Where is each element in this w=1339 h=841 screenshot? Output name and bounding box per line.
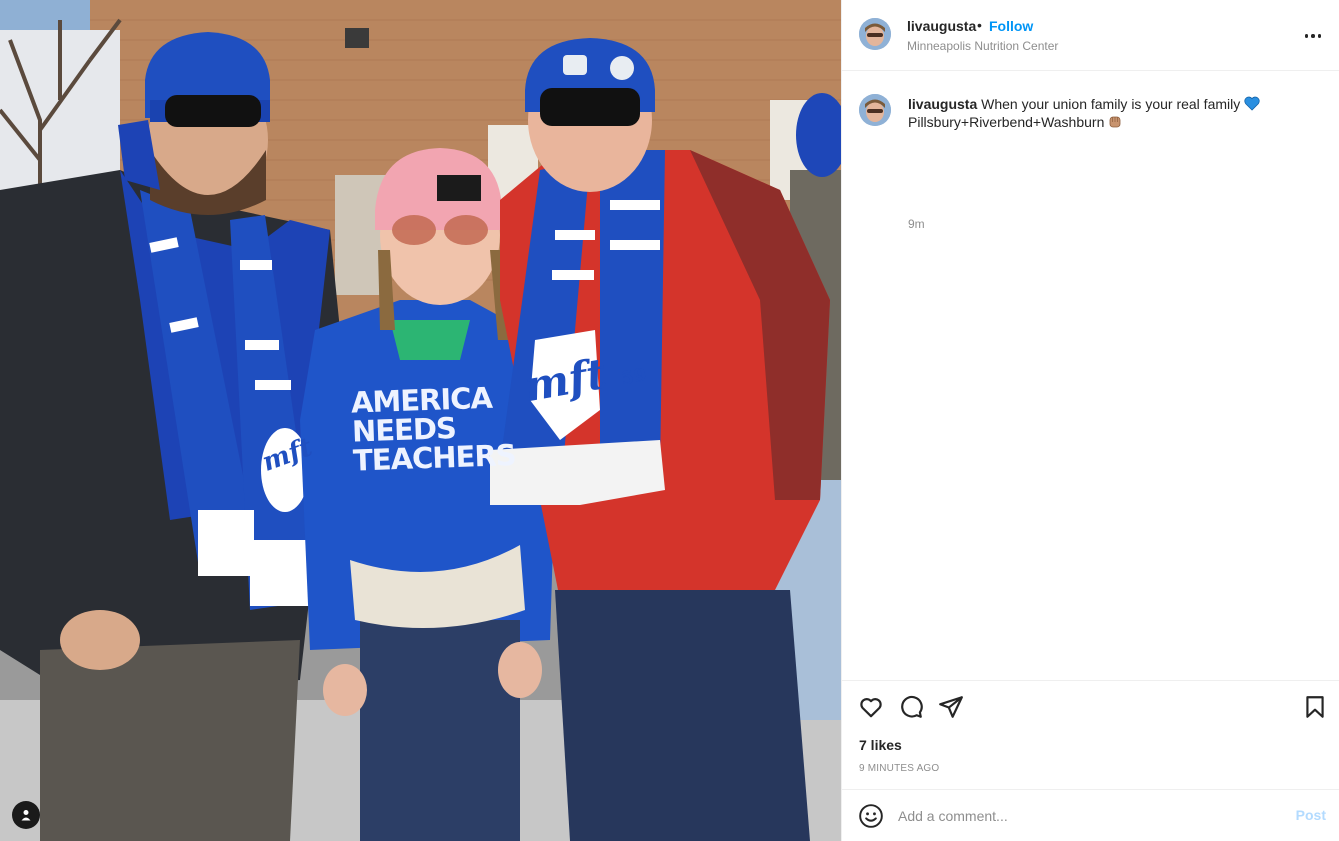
avatar[interactable] [859, 18, 891, 50]
post-header: livaugusta • Follow Minneapolis Nutritio… [842, 0, 1339, 71]
scarf-number: 59 [619, 364, 649, 390]
comments-section: livaugusta When your union family is you… [842, 71, 1339, 680]
separator-dot: • [977, 17, 982, 33]
post-details-panel: livaugusta • Follow Minneapolis Nutritio… [841, 0, 1339, 841]
bookmark-icon[interactable] [1302, 694, 1328, 720]
caption-line-2: Pillsbury+Riverbend+Washburn [908, 114, 1105, 130]
raised-fist-icon [1109, 116, 1121, 128]
post-photo[interactable]: AMERICA NEEDS TEACHERS mft 59 mft [0, 0, 841, 841]
post-time-ago: 9 MINUTES AGO [859, 763, 940, 774]
post-username[interactable]: livaugusta [907, 18, 976, 34]
user-tag-icon [21, 810, 31, 821]
tagged-users-button[interactable] [12, 801, 40, 829]
follow-button[interactable]: Follow [989, 18, 1033, 34]
post-actions: 7 likes 9 MINUTES AGO [842, 680, 1339, 789]
avatar-image [859, 18, 891, 50]
post-location[interactable]: Minneapolis Nutrition Center [907, 39, 1058, 53]
post-caption: livaugusta When your union family is you… [908, 95, 1308, 131]
blue-heart-icon [1244, 96, 1260, 111]
post-comment-button[interactable]: Post [1296, 807, 1326, 823]
sweatshirt-line-3: TEACHERS [352, 437, 517, 478]
caption-avatar[interactable] [859, 94, 891, 126]
avatar-image [859, 94, 891, 126]
paper-plane-icon[interactable] [938, 694, 964, 720]
caption-timestamp: 9m [908, 217, 925, 231]
smiley-icon[interactable] [858, 803, 884, 829]
caption-line-1: When your union family is your real fami… [981, 96, 1241, 112]
speech-bubble-icon[interactable] [898, 694, 924, 720]
sweatshirt-print: AMERICA NEEDS TEACHERS [350, 381, 517, 478]
comment-composer: Post [842, 789, 1339, 841]
comment-input[interactable] [898, 804, 1278, 828]
caption-username[interactable]: livaugusta [908, 96, 977, 112]
more-options-icon[interactable] [1301, 24, 1325, 48]
likes-count[interactable]: 7 likes [859, 737, 902, 753]
heart-icon[interactable] [858, 694, 884, 720]
